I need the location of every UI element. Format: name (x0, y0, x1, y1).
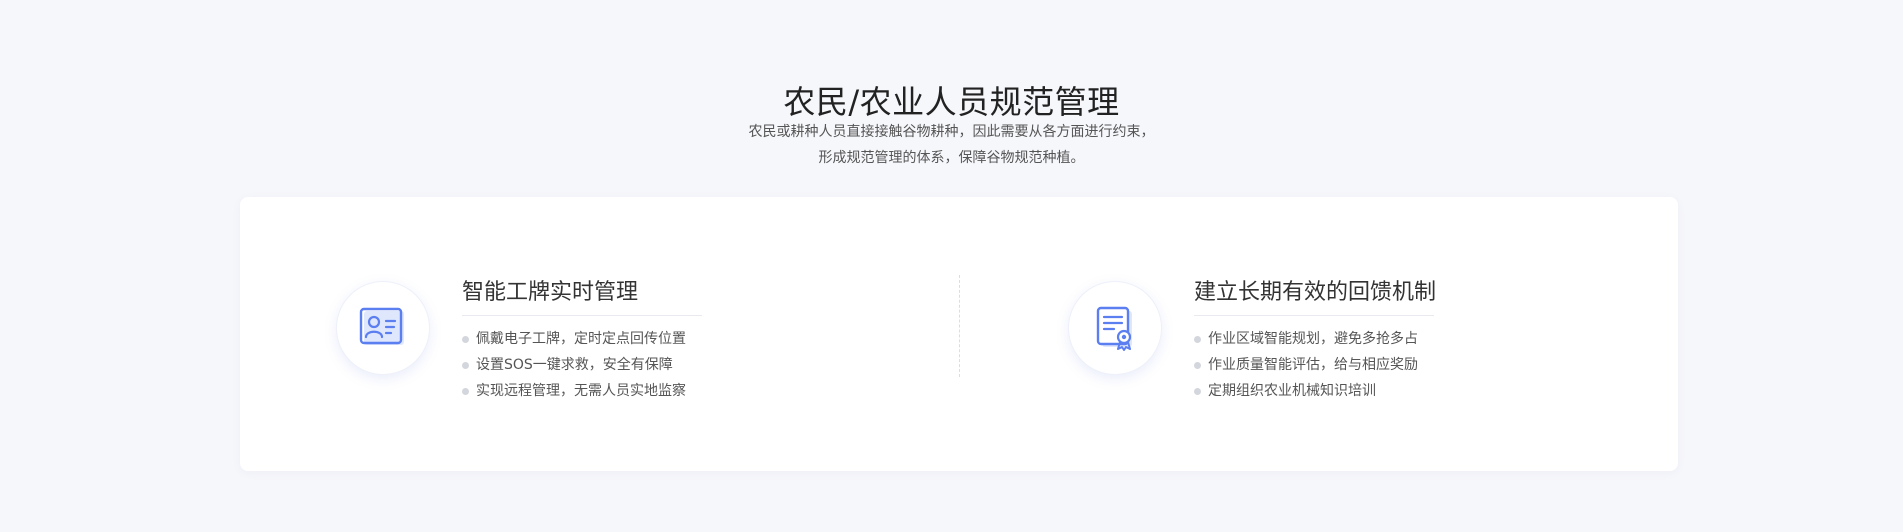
list-item-text: 作业质量智能评估，给与相应奖励 (1208, 357, 1418, 373)
id-card-icon (337, 282, 429, 374)
list-item: 设置SOS一键求救，安全有保障 (462, 352, 702, 378)
list-item: 实现远程管理，无需人员实地监察 (462, 378, 702, 404)
feature-title: 建立长期有效的回馈机制 (1194, 275, 1436, 316)
list-item-text: 定期组织农业机械知识培训 (1208, 383, 1376, 399)
bullet-dot-icon (462, 336, 469, 343)
list-item-text: 作业区域智能规划，避免多抢多占 (1208, 331, 1418, 347)
list-item-text: 实现远程管理，无需人员实地监察 (476, 383, 686, 399)
certificate-document-icon (1069, 282, 1161, 374)
bullet-dot-icon (462, 388, 469, 395)
bullet-dot-icon (1194, 362, 1201, 369)
list-item: 作业区域智能规划，避免多抢多占 (1194, 326, 1434, 352)
bullet-dot-icon (462, 362, 469, 369)
list-item-text: 佩戴电子工牌，定时定点回传位置 (476, 331, 686, 347)
feature-list: 佩戴电子工牌，定时定点回传位置 设置SOS一键求救，安全有保障 实现远程管理，无… (462, 326, 702, 404)
description-line-2: 形成规范管理的体系，保障谷物规范种植。 (818, 150, 1085, 166)
bullet-dot-icon (1194, 388, 1201, 395)
management-section: 农民/农业人员规范管理 农民或耕种人员直接接触谷物耕种，因此需要从各方面进行约束… (0, 0, 1903, 532)
section-title: 农民/农业人员规范管理 (783, 82, 1120, 121)
dashed-divider (959, 275, 960, 377)
feature-title: 智能工牌实时管理 (462, 275, 702, 316)
features-card: 智能工牌实时管理 佩戴电子工牌，定时定点回传位置 设置SOS一键求救，安全有保障… (240, 197, 1678, 471)
bullet-dot-icon (1194, 336, 1201, 343)
list-item: 定期组织农业机械知识培训 (1194, 378, 1434, 404)
feature-body: 智能工牌实时管理 佩戴电子工牌，定时定点回传位置 设置SOS一键求救，安全有保障… (462, 275, 702, 404)
feature-list: 作业区域智能规划，避免多抢多占 作业质量智能评估，给与相应奖励 定期组织农业机械… (1194, 326, 1434, 404)
list-item: 作业质量智能评估，给与相应奖励 (1194, 352, 1434, 378)
list-item: 佩戴电子工牌，定时定点回传位置 (462, 326, 702, 352)
list-item-text: 设置SOS一键求救，安全有保障 (476, 357, 673, 373)
section-description: 农民或耕种人员直接接触谷物耕种，因此需要从各方面进行约束， 形成规范管理的体系，… (0, 119, 1903, 171)
feature-body: 建立长期有效的回馈机制 作业区域智能规划，避免多抢多占 作业质量智能评估，给与相… (1194, 275, 1436, 404)
description-line-1: 农民或耕种人员直接接触谷物耕种，因此需要从各方面进行约束， (748, 124, 1155, 140)
